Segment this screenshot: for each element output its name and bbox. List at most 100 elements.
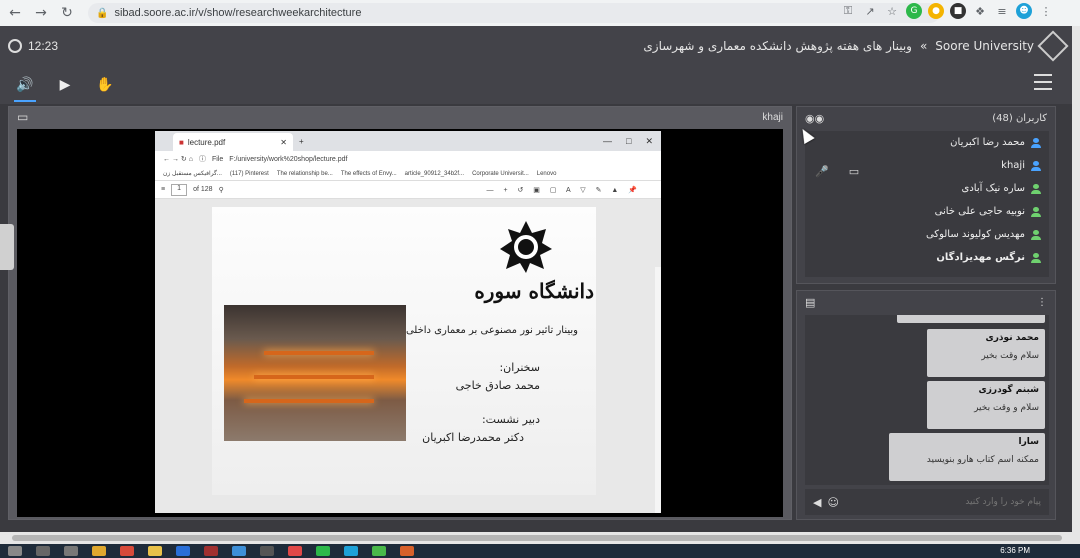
puzzle-icon[interactable]: ❖ <box>972 3 988 19</box>
chat-sender: محمد نوذری <box>985 333 1040 343</box>
app-icon[interactable] <box>204 546 218 556</box>
shared-tab-strip: ■ lecture.pdf ✕ + — □ ✕ <box>155 131 661 151</box>
pdf-viewer: دانشگاه سوره وبینار تاثیر نور مصنوعی بر … <box>155 199 661 513</box>
browser-chrome: ← → ↻ 🔒 sibad.soore.ac.ir/v/show/researc… <box>0 0 1080 26</box>
users-list: محمد رضا اکبریان khaji ساره نیک آبادی نو… <box>805 131 1049 277</box>
file-explorer-icon[interactable] <box>92 546 106 556</box>
chat-text: سلام وقت بخیر <box>981 351 1039 361</box>
app-icon[interactable] <box>400 546 414 556</box>
speaker-icon[interactable]: 🔊 <box>14 74 36 102</box>
chat-input[interactable] <box>846 497 1041 507</box>
lit-stairs-image <box>224 305 406 441</box>
emoji-icon[interactable]: ☺ <box>827 496 838 509</box>
clock-icon <box>8 39 22 53</box>
address-bar[interactable]: 🔒 sibad.soore.ac.ir/v/show/researchweeka… <box>88 3 940 23</box>
user-row[interactable]: مهدیس کولیوند سالوکی <box>805 223 1049 246</box>
app-icon[interactable] <box>260 546 274 556</box>
university-name: دانشگاه سوره <box>474 279 594 303</box>
send-icon[interactable]: ◀ <box>813 496 821 509</box>
chrome-icon[interactable] <box>316 546 330 556</box>
breadcrumb-root[interactable]: Soore University <box>935 39 1034 53</box>
app-icon[interactable] <box>232 546 246 556</box>
chat-messages: محمد نوذری سلام وقت بخیر شبنم گودرزی سلا… <box>805 315 1049 485</box>
close-icon: ✕ <box>645 135 653 146</box>
shared-browser-window: ■ lecture.pdf ✕ + — □ ✕ ← → ↻ ⌂ ⓘ File F… <box>155 131 661 513</box>
user-icon <box>1031 229 1041 240</box>
page-horizontal-scrollbar[interactable] <box>0 532 1080 544</box>
session-clock: 12:23 <box>8 39 58 53</box>
maximize-icon: □ <box>626 135 632 146</box>
key-icon[interactable]: ⚿ <box>840 3 856 19</box>
share-icon[interactable]: ↗ <box>862 3 878 19</box>
bookmark-item: The effects of Envy... <box>340 170 397 177</box>
app-icon[interactable] <box>148 546 162 556</box>
pdf-icon: ■ <box>179 137 184 147</box>
bookmark-item: Lenovo <box>536 170 557 177</box>
user-row[interactable]: نرگس مهدیزادگان <box>805 246 1049 269</box>
extension-dark-icon[interactable]: ■ <box>950 3 966 19</box>
user-icon <box>1031 137 1041 148</box>
play-video-icon[interactable]: ▶ <box>54 74 76 96</box>
chat-text: سلام و وقت بخیر <box>974 403 1039 413</box>
pdf-search-icon: ⚲ <box>218 186 224 194</box>
user-icon <box>1031 183 1041 194</box>
page-vertical-scrollbar[interactable] <box>1072 26 1080 532</box>
hamburger-menu-icon[interactable] <box>1034 74 1052 90</box>
user-name: مهدیس کولیوند سالوکی <box>925 229 1025 240</box>
microphone-icon[interactable]: 🎤 <box>815 165 829 178</box>
slide-speakers-label: سخنران: <box>499 361 540 374</box>
pdf-page-total: of 128 <box>193 186 213 193</box>
university-seal-icon <box>500 221 552 273</box>
chat-panel: ▤ ⋮ محمد نوذری سلام وقت بخیر شبنم گودرزی… <box>796 290 1056 520</box>
user-icon <box>1031 160 1041 171</box>
app-icon[interactable] <box>176 546 190 556</box>
reading-list-icon[interactable]: ≡ <box>994 3 1010 19</box>
app-icon[interactable] <box>344 546 358 556</box>
app-header: 12:23 Soore University » وبینار های هفته… <box>0 26 1072 66</box>
extension-green-icon[interactable]: G <box>906 3 922 19</box>
raise-hand-icon[interactable]: ✋ <box>94 74 116 96</box>
shared-file-label: File <box>211 155 224 163</box>
page-title: Soore University » وبینار های هفته پژوهش… <box>643 30 1069 62</box>
app-icon[interactable] <box>120 546 134 556</box>
info-icon: ⓘ <box>198 156 206 163</box>
new-tab-icon: + <box>299 136 304 146</box>
user-icon <box>1031 206 1041 217</box>
extension-color-icon[interactable]: ● <box>928 3 944 19</box>
user-icon <box>1031 252 1041 263</box>
minimize-icon: — <box>603 135 613 146</box>
tab-close-icon: ✕ <box>280 137 287 147</box>
kebab-menu-icon[interactable]: ⋮ <box>1038 3 1054 19</box>
user-row[interactable]: نوبیه حاجی علی خانی <box>805 200 1049 223</box>
chat-message: شبنم گودرزی سلام و وقت بخیر <box>927 381 1045 429</box>
shared-address-bar: ← → ↻ ⌂ ⓘ File F:/university/work%20shop… <box>155 151 661 167</box>
system-clock: 6:36 PM <box>1000 546 1030 555</box>
presenter-name: khaji <box>762 111 783 123</box>
pdf-slide: دانشگاه سوره وبینار تاثیر نور مصنوعی بر … <box>212 207 596 495</box>
chat-input-bar: ◀ ☺ <box>805 489 1049 515</box>
users-icon: ◉◉ <box>805 111 825 125</box>
user-name: محمد رضا اکبریان <box>950 137 1025 148</box>
star-icon[interactable]: ☆ <box>884 3 900 19</box>
profile-avatar[interactable]: ☻ <box>1016 3 1032 19</box>
side-panel-handle[interactable] <box>0 224 14 270</box>
scrollbar-thumb[interactable] <box>12 535 1062 541</box>
start-icon[interactable] <box>8 546 22 556</box>
back-icon[interactable]: ← <box>4 2 26 24</box>
user-row[interactable]: ساره نیک آبادی <box>805 177 1049 200</box>
screen-icon[interactable]: ▭ <box>849 165 859 178</box>
forward-icon[interactable]: → <box>30 2 52 24</box>
user-name: نرگس مهدیزادگان <box>936 252 1025 263</box>
reload-icon[interactable]: ↻ <box>56 2 78 24</box>
user-name: ساره نیک آبادی <box>961 183 1026 194</box>
bookmark-item: گرافیکس مستقبل زن... <box>163 171 222 177</box>
app-icon[interactable] <box>372 546 386 556</box>
chat-options-icon[interactable]: ⋮ <box>1037 297 1047 308</box>
app-icon[interactable] <box>288 546 302 556</box>
search-icon[interactable] <box>36 546 50 556</box>
screen-share-icon: ▭ <box>17 110 29 124</box>
user-row[interactable]: محمد رضا اکبریان <box>805 131 1049 154</box>
task-view-icon[interactable] <box>64 546 78 556</box>
users-count-title: کاربران (48) <box>992 112 1047 124</box>
chat-text: ممکنه اسم کتاب هارو بنویسید <box>926 455 1039 465</box>
